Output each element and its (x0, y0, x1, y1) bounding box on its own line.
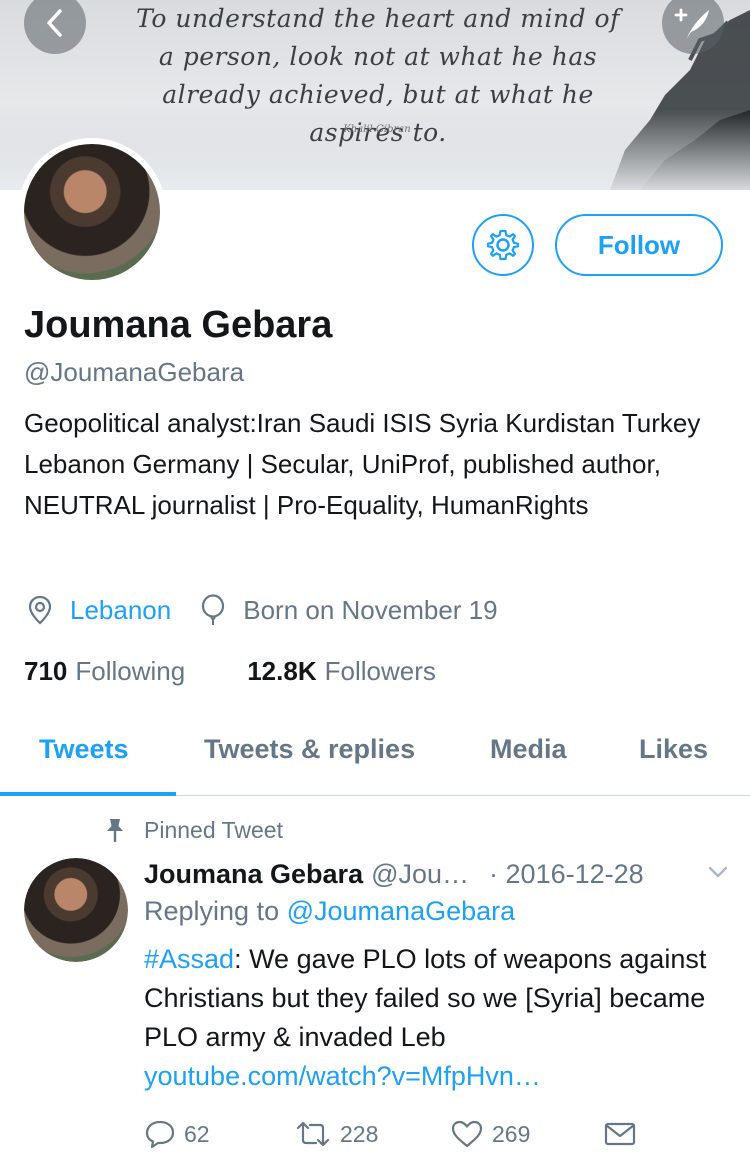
like-count: 269 (492, 1120, 531, 1147)
tab-tweets[interactable]: Tweets (39, 734, 129, 765)
balloon-icon (197, 594, 229, 626)
reply-icon (144, 1119, 176, 1149)
profile-bio: Geopolitical analyst:Iran Saudi ISIS Syr… (24, 408, 701, 520)
retweet-count: 228 (340, 1120, 379, 1147)
followers-stat[interactable]: 12.8K Followers (247, 656, 436, 687)
reply-count: 62 (184, 1120, 210, 1147)
retweet-button[interactable]: 228 (294, 1114, 378, 1154)
tweet-body: #Assad: We gave PLO lots of weapons agai… (144, 940, 734, 1096)
profile-birthday: Born on November 19 (243, 594, 498, 625)
profile-avatar[interactable] (18, 138, 166, 286)
gear-icon (486, 229, 520, 261)
chevron-left-icon (47, 9, 62, 37)
envelope-icon (604, 1121, 636, 1147)
compose-tweet-icon (674, 8, 709, 38)
banner-quote-author: Khalil Gibran (343, 124, 411, 135)
heart-icon (450, 1119, 484, 1149)
tweet-replying-to: Replying to @JoumanaGebara (144, 896, 515, 927)
tweet-url-link[interactable]: youtube.com/watch?v=MfpHvn… (144, 1061, 541, 1091)
direct-message-button[interactable] (604, 1114, 644, 1154)
tweet-header: Joumana Gebara @Jou… · 2016-12-28 (144, 856, 734, 892)
tweet-author-handle[interactable]: @Jou… (371, 859, 469, 890)
pinned-tweet-label: Pinned Tweet (100, 814, 283, 846)
followers-label: Followers (324, 655, 436, 686)
replying-handle-link[interactable]: @JoumanaGebara (287, 896, 516, 926)
retweet-icon (294, 1120, 332, 1148)
avatar-image (24, 144, 160, 280)
pinned-text: Pinned Tweet (144, 816, 283, 843)
location-pin-icon (24, 594, 56, 626)
profile-meta: Lebanon Born on November 19 (24, 590, 498, 630)
tweet-author-avatar[interactable] (24, 858, 128, 962)
profile-location-link[interactable]: Lebanon (70, 595, 171, 626)
chevron-down-icon[interactable] (706, 860, 730, 891)
tab-likes[interactable]: Likes (639, 734, 708, 765)
settings-button[interactable] (472, 214, 534, 276)
replying-prefix: Replying to (144, 896, 280, 926)
following-label: Following (75, 655, 186, 686)
like-button[interactable]: 269 (450, 1114, 530, 1154)
profile-handle: @JoumanaGebara (24, 357, 245, 387)
follow-button[interactable]: Follow (555, 214, 723, 276)
tweet-avatar-image (24, 858, 128, 962)
tweet-date[interactable]: · 2016-12-28 (489, 859, 644, 890)
reply-button[interactable]: 62 (144, 1114, 210, 1154)
tweet-author-name[interactable]: Joumana Gebara (144, 859, 363, 890)
following-count: 710 (24, 655, 68, 686)
tab-tweets-and-replies[interactable]: Tweets & replies (204, 734, 415, 765)
profile-stats: 710 Following 12.8K Followers (24, 651, 498, 691)
tweet-hashtag-link[interactable]: #Assad (144, 944, 234, 974)
followers-count: 12.8K (247, 655, 317, 686)
active-tab-indicator (0, 792, 176, 796)
profile-display-name: Joumana Gebara (24, 304, 333, 346)
tab-media[interactable]: Media (490, 734, 567, 765)
profile-tabs: Tweets Tweets & replies Media Likes (0, 710, 750, 796)
pin-icon (100, 817, 130, 843)
following-stat[interactable]: 710 Following (24, 656, 185, 687)
tweet-actions: 62 228 269 (144, 1114, 744, 1154)
